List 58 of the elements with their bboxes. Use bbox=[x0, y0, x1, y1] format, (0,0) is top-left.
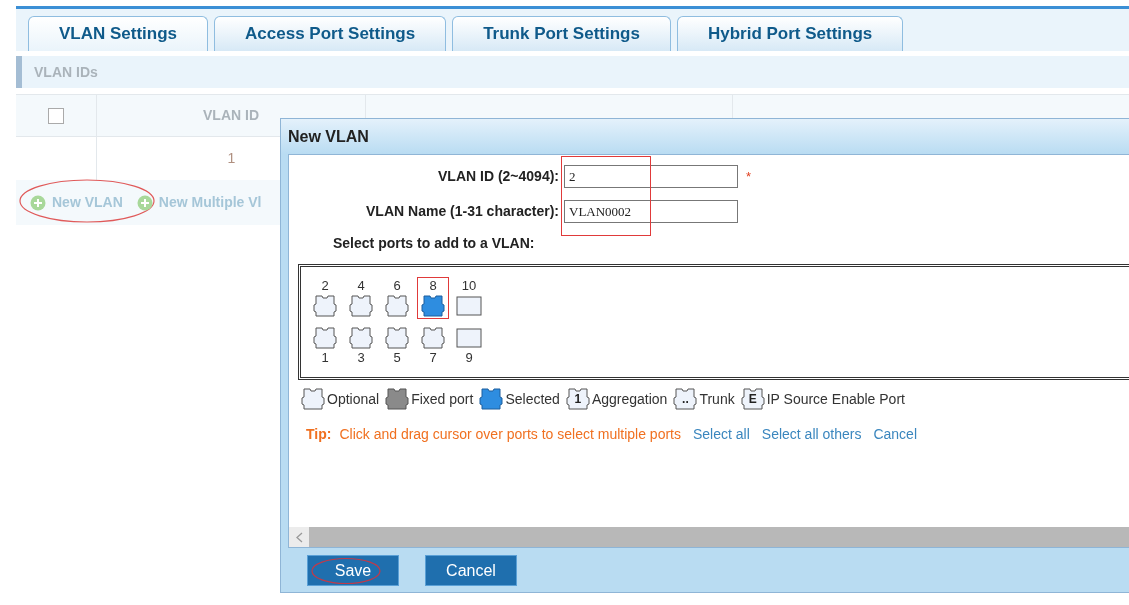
required-mark: * bbox=[746, 167, 752, 186]
port-icon[interactable] bbox=[348, 327, 374, 349]
tab[interactable]: VLAN Settings bbox=[28, 16, 209, 51]
horizontal-scrollbar[interactable] bbox=[289, 527, 1129, 547]
input-field[interactable]: 2 bbox=[564, 165, 738, 188]
port-number: 5 bbox=[393, 350, 401, 366]
port-icon bbox=[301, 388, 325, 410]
port-number: 1 bbox=[321, 350, 329, 366]
dialog-button[interactable]: Cancel bbox=[425, 555, 517, 586]
port-number: 10 bbox=[461, 278, 477, 294]
port-number: 4 bbox=[357, 278, 365, 294]
legend-label: IP Source Enable Port bbox=[766, 389, 905, 409]
sfp-port-icon[interactable] bbox=[456, 296, 482, 316]
plus-icon bbox=[30, 194, 46, 211]
selected-port-icon[interactable] bbox=[420, 295, 446, 317]
tip-label: Tip: bbox=[306, 425, 332, 444]
port-icon[interactable] bbox=[420, 327, 446, 349]
ports-label: Select ports to add to a VLAN: bbox=[333, 234, 536, 253]
legend-label: Fixed port bbox=[411, 389, 474, 409]
port-icon[interactable] bbox=[312, 295, 338, 317]
select-link[interactable]: Cancel bbox=[873, 424, 917, 445]
input-field[interactable]: VLAN0002 bbox=[564, 200, 738, 223]
legend-label: Optional bbox=[327, 389, 380, 409]
selected-port-icon bbox=[479, 388, 504, 410]
tab[interactable]: Hybrid Port Settings bbox=[676, 16, 904, 51]
dialog-title: New VLAN bbox=[288, 126, 369, 147]
fixed-port-icon bbox=[385, 388, 410, 410]
select-link[interactable]: Select all bbox=[693, 424, 750, 445]
port-number: 6 bbox=[393, 278, 401, 294]
port-badge: E bbox=[740, 388, 765, 410]
port-number: 2 bbox=[321, 278, 329, 294]
port-icon[interactable] bbox=[348, 295, 374, 317]
port-icon[interactable] bbox=[312, 327, 338, 349]
section-header: VLAN IDs bbox=[16, 56, 1129, 88]
scroll-left-icon[interactable] bbox=[295, 531, 303, 543]
tip-text: Click and drag cursor over ports to select multiple ports bbox=[339, 425, 681, 444]
select-all-checkbox[interactable] bbox=[48, 107, 64, 124]
column-header: VLAN ID bbox=[203, 106, 259, 125]
sfp-port-icon[interactable] bbox=[456, 328, 482, 348]
dialog-button[interactable]: Save bbox=[307, 555, 399, 586]
legend-label: Aggregation bbox=[591, 389, 668, 409]
port-number: 8 bbox=[429, 278, 437, 294]
field-label: VLAN ID (2~4094): bbox=[437, 167, 559, 186]
tab[interactable]: Access Port Settings bbox=[214, 16, 447, 51]
port-number: 7 bbox=[429, 350, 437, 366]
port-badge: 1 bbox=[565, 388, 590, 410]
table-cell-text: 1 bbox=[227, 149, 236, 168]
legend-label: Selected bbox=[505, 389, 560, 409]
plus-icon bbox=[136, 194, 153, 211]
legend-label: Trunk bbox=[699, 389, 735, 409]
port-number: 3 bbox=[357, 350, 365, 366]
port-number: 9 bbox=[465, 350, 473, 366]
port-icon[interactable] bbox=[384, 327, 410, 349]
field-label: VLAN Name (1-31 character): bbox=[365, 202, 559, 221]
tab[interactable]: Trunk Port Settings bbox=[452, 16, 671, 51]
select-link[interactable]: Select all others bbox=[761, 424, 862, 445]
port-badge: .. bbox=[673, 388, 698, 410]
port-icon[interactable] bbox=[384, 295, 410, 317]
